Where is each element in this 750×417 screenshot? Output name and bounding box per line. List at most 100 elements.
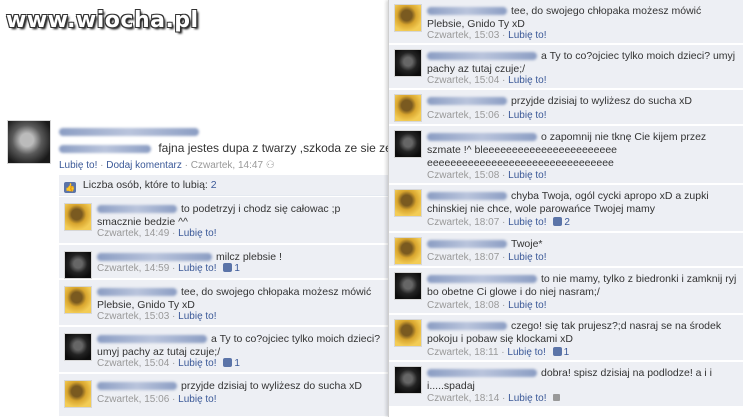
thumbs-up-icon — [553, 217, 563, 226]
comment-text: to nie mamy, tylko z biedronki i zamknij… — [427, 273, 737, 298]
likes-label: Liczba osób, które to lubią: — [82, 179, 208, 191]
comment-likes[interactable]: 1 — [223, 358, 240, 369]
comment-likes[interactable]: 2 — [553, 217, 570, 228]
blurred-name[interactable] — [427, 369, 537, 378]
comment-item: dobra! spisz dzisiaj na podlodze! a i i … — [389, 362, 743, 407]
comment-item: czego! się tak prujesz?;d nasraj se na ś… — [389, 315, 743, 361]
blurred-name[interactable] — [97, 253, 212, 262]
blurred-name[interactable] — [427, 52, 537, 61]
comment-item: milcz plebsie ! Czwartek, 14:59 · Lubię … — [59, 245, 389, 279]
comment-item: o zapomnij nie tknę Cie kijem przez szma… — [389, 126, 743, 184]
comment-avatar[interactable] — [64, 286, 92, 314]
thumbs-up-icon: 👍 — [64, 182, 76, 193]
blurred-name[interactable] — [97, 382, 177, 391]
comment-item: a Ty to co?ojciec tylko moich dzieci? um… — [389, 45, 743, 89]
comment-text: tee, do swojego chłopaka możesz mówić Pl… — [427, 5, 702, 30]
comment-avatar[interactable] — [394, 94, 422, 122]
comment-text: o zapomnij nie tknę Cie kijem przez szma… — [427, 131, 707, 169]
post-meta: Lubię to! · Dodaj komentarz · Czwartek, … — [59, 160, 275, 171]
comment-like-link[interactable]: Lubię to! — [508, 252, 546, 263]
post-author-avatar[interactable] — [7, 120, 51, 164]
post-author-name[interactable] — [59, 126, 203, 138]
blurred-name[interactable] — [427, 133, 537, 142]
overlay-comments-panel: tee, do swojego chłopaka możesz mówić Pl… — [388, 0, 750, 417]
blurred-name[interactable] — [427, 97, 507, 106]
blurred-name[interactable] — [427, 322, 507, 331]
comment-meta: Czwartek, 14:49 · Lubię to! — [97, 228, 217, 239]
comment-meta: Czwartek, 15:06 · Lubię to! — [427, 110, 547, 121]
comment-like-link[interactable]: Lubię to! — [178, 358, 216, 369]
comment-item: to nie mamy, tylko z biedronki i zamknij… — [389, 268, 743, 314]
comment-like-link[interactable]: Lubię to! — [507, 347, 545, 358]
blurred-name[interactable] — [427, 275, 537, 284]
comment-likes[interactable]: 1 — [223, 263, 240, 274]
comment-avatar[interactable] — [64, 251, 92, 279]
comment-meta: Czwartek, 18:11 · Lubię to! 1 — [427, 347, 570, 358]
comment-like-link[interactable]: Lubię to! — [508, 170, 546, 181]
blurred-name[interactable] — [427, 192, 507, 201]
comment-item: tee, do swojego chłopaka możesz mówić Pl… — [389, 0, 743, 44]
comment-text: przyjde dzisiaj to wyliżesz do sucha xD — [427, 95, 737, 108]
comment-text: tee, do swojego chłopaka możesz mówić Pl… — [97, 286, 372, 311]
comment-avatar[interactable] — [394, 237, 422, 265]
comment-text: a Ty to co?ojciec tylko moich dzieci? um… — [97, 333, 381, 358]
comment-avatar[interactable] — [394, 130, 422, 158]
likes-summary: 👍 Liczba osób, które to lubią: 2 — [59, 175, 389, 196]
comment-avatar[interactable] — [394, 319, 422, 347]
comment-item: to podetrzyj i chodz się całowac ;p smac… — [59, 197, 389, 244]
comment-text: czego! się tak prujesz?;d nasraj se na ś… — [427, 320, 722, 345]
comment-avatar[interactable] — [64, 333, 92, 361]
comment-text: to podetrzyj i chodz się całowac ;p smac… — [97, 203, 341, 228]
blurred-name[interactable] — [97, 205, 177, 214]
comment-meta: Czwartek, 15:03 · Lubię to! — [97, 311, 217, 322]
comment-meta: Czwartek, 15:03 · Lubię to! — [427, 30, 547, 41]
comment-likes[interactable]: 1 — [552, 347, 569, 358]
comment-avatar[interactable] — [64, 203, 92, 231]
comment-like-link[interactable]: Lubię to! — [178, 311, 216, 322]
options-icon[interactable] — [553, 394, 561, 401]
comment-like-link[interactable]: Lubię to! — [178, 228, 216, 239]
comment-like-link[interactable]: Lubię to! — [178, 394, 216, 405]
comment-like-link[interactable]: Lubię to! — [508, 217, 546, 228]
comment-like-link[interactable]: Lubię to! — [178, 263, 216, 274]
comment-meta: Czwartek, 18:07 · Lubię to! — [427, 252, 547, 263]
comment-text: dobra! spisz dzisiaj na podlodze! a i i … — [427, 367, 713, 392]
post-like-link[interactable]: Lubię to! — [59, 160, 97, 171]
comment-meta: Czwartek, 18:08 · Lubię to! — [427, 300, 547, 311]
blurred-name[interactable] — [97, 335, 207, 344]
likes-count[interactable]: 2 — [211, 179, 217, 191]
comment-avatar[interactable] — [394, 49, 422, 77]
comment-meta: Czwartek, 15:04 · Lubię to! 1 — [97, 358, 240, 369]
comment-avatar[interactable] — [394, 189, 422, 217]
comment-avatar[interactable] — [394, 272, 422, 300]
blurred-name[interactable] — [427, 240, 507, 249]
blurred-tagged-name[interactable] — [59, 144, 151, 153]
comment-like-link[interactable]: Lubię to! — [508, 75, 546, 86]
comment-meta: Czwartek, 15:06 · Lubię to! — [97, 394, 217, 405]
comment-avatar[interactable] — [394, 366, 422, 394]
blurred-name — [59, 128, 199, 137]
comment-item: a Ty to co?ojciec tylko moich dzieci? um… — [59, 327, 389, 373]
comment-avatar[interactable] — [394, 4, 422, 32]
blurred-name[interactable] — [97, 288, 177, 297]
thumbs-up-icon — [552, 347, 562, 356]
comment-like-link[interactable]: Lubię to! — [508, 30, 546, 41]
comment-like-link[interactable]: Lubię to! — [508, 110, 546, 121]
thumbs-up-icon — [223, 358, 233, 367]
blurred-name[interactable] — [427, 7, 507, 16]
comment-item: przyjde dzisiaj to wyliżesz do sucha xD … — [59, 374, 389, 417]
comment-avatar[interactable] — [64, 380, 92, 408]
comment-item: chyba Twoja, ogól cycki apropo xD a zupk… — [389, 185, 743, 232]
post-comment-link[interactable]: Dodaj komentarz — [106, 160, 182, 171]
comment-meta: Czwartek, 15:08 · Lubię to! — [427, 170, 547, 181]
comment-meta: Czwartek, 18:07 · Lubię to! 2 — [427, 217, 570, 228]
thumbs-up-icon — [223, 263, 233, 272]
comment-text: Twoje* — [427, 238, 737, 251]
comment-meta: Czwartek, 14:59 · Lubię to! 1 — [97, 263, 240, 274]
post-time: Czwartek, 14:47 — [190, 160, 264, 171]
comment-item: tee, do swojego chłopaka możesz mówić Pl… — [59, 280, 389, 326]
comment-like-link[interactable]: Lubię to! — [508, 393, 546, 404]
comment-like-link[interactable]: Lubię to! — [508, 300, 546, 311]
wiocha-watermark: www.wiocha.pl — [6, 8, 199, 33]
friends-icon: ⚇ — [265, 160, 275, 171]
